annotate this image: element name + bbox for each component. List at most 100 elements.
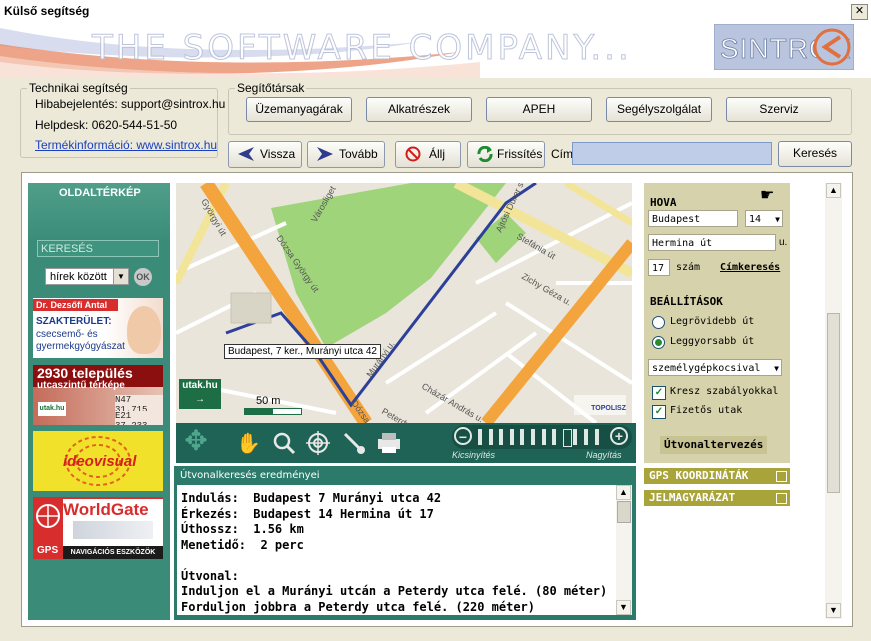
scroll-down-icon[interactable]: ▼: [616, 600, 631, 615]
apeh-button[interactable]: APEH: [486, 97, 592, 122]
map-view[interactable]: Györgyi út Dózsa György út Városliget Aj…: [176, 183, 632, 423]
vehicle-value: személygépkocsival: [652, 363, 761, 374]
banner-tagline: THE SOFTWARE COMPANY...: [92, 28, 632, 69]
toll-label: Fizetős utak: [670, 405, 743, 416]
scale-bar: [244, 408, 302, 415]
results-line: Induljon el a Murányi utcán a Peterdy ut…: [181, 584, 608, 598]
baby-photo: [127, 306, 161, 354]
kresz-checkbox[interactable]: ✓: [652, 386, 666, 400]
forward-label: Tovább: [339, 147, 378, 161]
vehicle-select[interactable]: személygépkocsival ▼: [648, 359, 782, 376]
fuel-prices-button[interactable]: Üzemanyagárak: [246, 97, 352, 122]
ad-worldgate-tagline: NAVIGÁCIÓS ESZKÖZÖK: [63, 546, 163, 559]
refresh-button[interactable]: Frissítés: [467, 141, 545, 168]
gps-coordinates-bar[interactable]: GPS KOORDINÁTÁK: [644, 468, 790, 484]
stop-button[interactable]: Állj: [395, 141, 461, 168]
zoom-tick[interactable]: [594, 429, 599, 445]
results-line: Útvonal:: [181, 568, 239, 583]
city-input[interactable]: Budapest: [648, 210, 738, 227]
close-button[interactable]: ✕: [851, 4, 868, 20]
zoom-in-button[interactable]: +: [610, 427, 628, 445]
back-label: Vissza: [260, 147, 296, 161]
page-scrollbar[interactable]: ▲ ▼: [825, 183, 842, 619]
gps-devices-image: [73, 521, 153, 539]
map-canvas: Györgyi út Dózsa György út Városliget Aj…: [176, 183, 632, 423]
results-scrollbar[interactable]: ▲ ▼: [616, 485, 632, 615]
zoom-out-button[interactable]: −: [454, 427, 472, 445]
service-button[interactable]: Szerviz: [726, 97, 832, 122]
zoom-slider[interactable]: [478, 429, 606, 447]
zoom-tick[interactable]: [488, 429, 493, 445]
magnifier-icon[interactable]: [272, 431, 296, 455]
refresh-icon: [476, 145, 494, 163]
ad-maps[interactable]: 2930 település utcaszintű térképe utak.h…: [33, 365, 163, 425]
target-icon[interactable]: [306, 431, 330, 455]
expand-icon: [776, 471, 787, 482]
sidebar-scope-select[interactable]: hírek között ▼: [45, 268, 129, 285]
parts-button[interactable]: Alkatrészek: [366, 97, 472, 122]
zoom-tick[interactable]: [552, 429, 557, 445]
zoom-tick[interactable]: [531, 429, 535, 445]
ad-doctor-name: Dr. Dezsőfi Antal: [33, 299, 118, 311]
ad-ideovisual[interactable]: ideovisual: [33, 431, 163, 491]
measure-icon[interactable]: [342, 431, 366, 455]
ad-doctor-heading: SZAKTERÜLET:: [36, 316, 112, 327]
zoom-tick[interactable]: [584, 429, 588, 445]
number-input[interactable]: 17: [648, 259, 670, 276]
expand-icon: [776, 493, 787, 504]
sidebar-search-input[interactable]: KERESÉS: [37, 240, 159, 257]
page-scroll-thumb[interactable]: [827, 313, 840, 493]
toll-checkbox[interactable]: ✓: [652, 405, 666, 419]
forward-button[interactable]: Tovább: [307, 141, 385, 168]
results-scroll-thumb[interactable]: [617, 501, 631, 523]
forward-arrow-icon: [316, 146, 334, 162]
assistance-button[interactable]: Segélyszolgálat: [606, 97, 712, 122]
kresz-label: Kresz szabályokkal: [670, 386, 779, 397]
zoom-tick[interactable]: [509, 429, 514, 445]
bug-report-text: Hibabejelentés: support@sintrox.hu: [35, 97, 226, 111]
results-line: [181, 553, 616, 569]
settings-label: BEÁLLÍTÁSOK: [650, 295, 723, 308]
scroll-down-icon[interactable]: ▼: [826, 603, 841, 618]
results-line: Úthossz: 1.56 km: [181, 522, 304, 536]
ad-maps-line2: utcaszintű térképe: [37, 380, 125, 391]
printer-icon[interactable]: [376, 431, 402, 455]
street-input[interactable]: Hermina út: [648, 234, 776, 251]
sidebar-ok-button[interactable]: OK: [134, 268, 152, 286]
sitemap-title[interactable]: OLDALTÉRKÉP: [59, 187, 141, 199]
utak-logo-text: utak.hu: [182, 380, 218, 391]
label-search-link[interactable]: Címkeresés: [720, 262, 780, 273]
ad-maps-badge: utak.hu: [38, 402, 66, 416]
zoom-slider-thumb[interactable]: [562, 429, 572, 447]
zoom-tick[interactable]: [541, 429, 546, 445]
zoom-tick[interactable]: [478, 429, 482, 445]
district-select[interactable]: 14 ▼: [745, 210, 783, 227]
address-tooltip: Budapest, 7 ker., Murányi utca 42: [224, 344, 381, 359]
product-info-link[interactable]: Termékinformáció: www.sintrox.hu: [35, 138, 217, 152]
zoom-tick[interactable]: [499, 429, 504, 445]
legend-bar[interactable]: JELMAGYARÁZAT: [644, 490, 790, 506]
ad-maps-coord2: E21 37.233: [115, 411, 163, 425]
address-input[interactable]: [572, 142, 772, 165]
shortest-radio[interactable]: [652, 316, 665, 329]
hand-icon[interactable]: ✋: [236, 431, 261, 455]
results-title: Útvonalkeresés eredményei: [180, 470, 320, 481]
scroll-up-icon[interactable]: ▲: [826, 183, 841, 198]
fastest-label: Leggyorsabb út: [670, 336, 755, 347]
back-button[interactable]: Vissza: [228, 141, 302, 168]
zoom-tick[interactable]: [520, 429, 525, 445]
street-suffix: u.: [779, 237, 788, 248]
zoom-out-label: Kicsinyítés: [452, 450, 496, 460]
plan-route-button[interactable]: Útvonaltervezés: [660, 436, 768, 454]
ad-doctor[interactable]: Dr. Dezsőfi Antal SZAKTERÜLET: csecsemő-…: [33, 298, 163, 358]
ad-worldgate-gps: GPS: [37, 545, 59, 556]
search-button[interactable]: Keresés: [778, 141, 852, 167]
tech-support-legend: Technikai segítség: [29, 81, 128, 95]
sidebar-scope-value: hírek között: [50, 271, 107, 283]
scroll-up-icon[interactable]: ▲: [616, 485, 631, 500]
fastest-radio[interactable]: [652, 336, 665, 349]
zoom-tick[interactable]: [573, 429, 578, 445]
pan-arrows-icon[interactable]: ✥: [179, 425, 213, 459]
ad-worldgate[interactable]: WorldGate GPS NAVIGÁCIÓS ESZKÖZÖK: [33, 497, 163, 559]
zoom-control: − +: [452, 425, 632, 449]
